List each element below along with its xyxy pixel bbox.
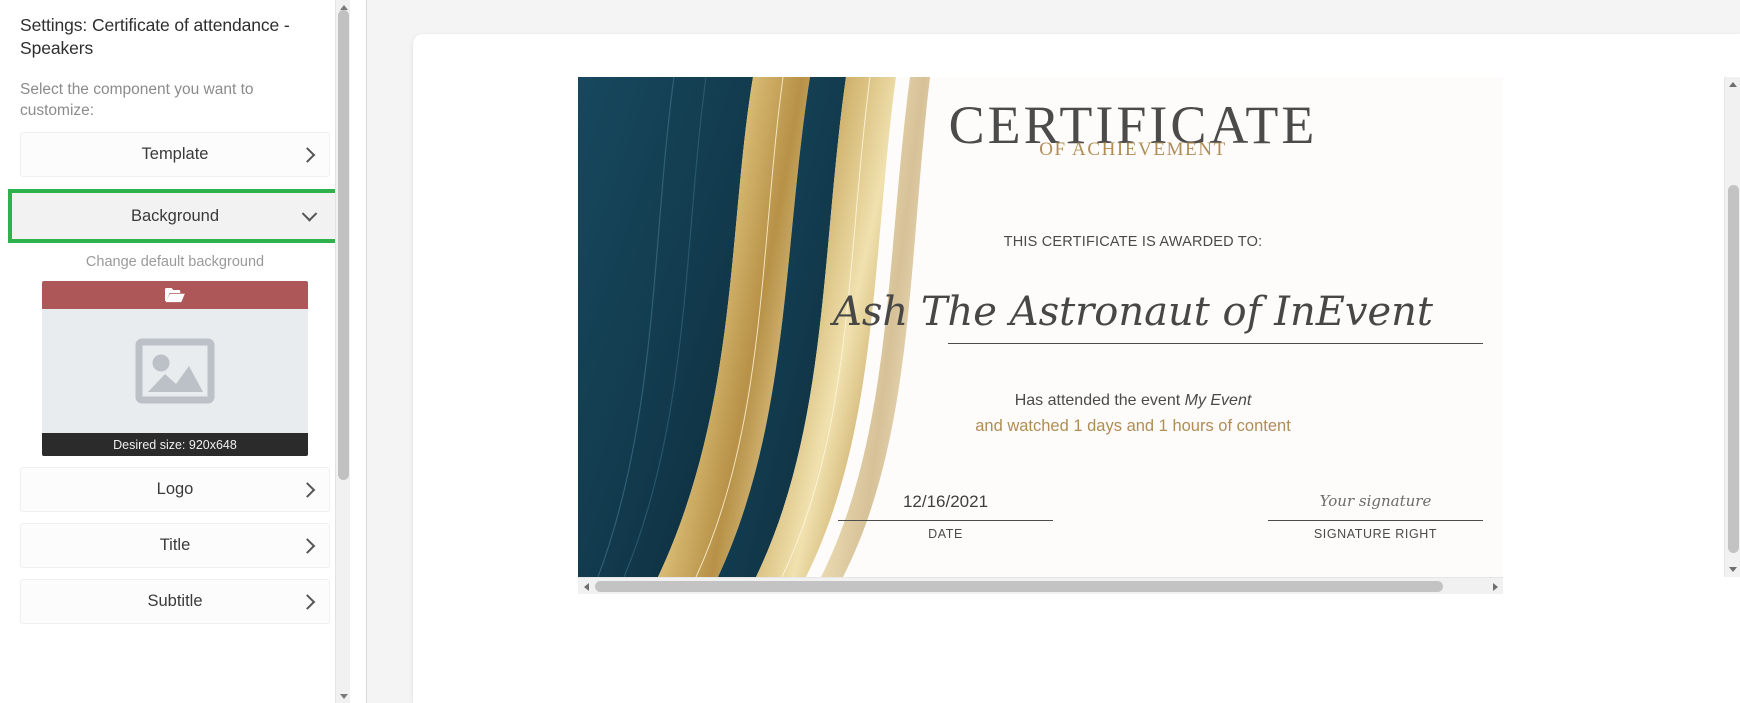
- date-label: DATE: [928, 527, 963, 541]
- event-attendance-line: Has attended the event My Event: [578, 392, 1503, 410]
- chevron-down-icon: [301, 206, 318, 222]
- settings-sidebar: Settings: Certificate of attendance - Sp…: [0, 0, 350, 703]
- page-title: Settings: Certificate of attendance - Sp…: [20, 15, 290, 59]
- sidebar-scrollbar[interactable]: [335, 0, 350, 703]
- date-value: 12/16/2021: [902, 492, 989, 511]
- chevron-right-icon: [299, 538, 316, 554]
- signature-value: Your signature: [1319, 492, 1432, 510]
- upload-size-hint: Desired size: 920x648: [42, 433, 308, 457]
- sidebar-item-template[interactable]: Template: [20, 132, 330, 178]
- scroll-left-arrow-icon[interactable]: [578, 578, 594, 595]
- recipient-name: Ash The Astronaut of InEvent: [832, 289, 1434, 335]
- preview-horizontal-scrollbar-thumb[interactable]: [595, 581, 1443, 592]
- sidebar-content: Settings: Certificate of attendance - Sp…: [0, 0, 350, 625]
- scroll-down-arrow-icon[interactable]: [336, 689, 350, 703]
- recipient-underline: [948, 343, 1483, 344]
- awarded-to-label: THIS CERTIFICATE IS AWARDED TO:: [1003, 234, 1263, 250]
- date-signature-block: 12/16/2021 DATE: [838, 492, 1053, 541]
- sidebar-item-label: Title: [159, 536, 191, 555]
- folder-open-icon: [165, 288, 185, 303]
- certificate-document: CERTIFICATE OF ACHIEVEMENT THIS CERTIFIC…: [578, 77, 1503, 577]
- watched-duration-line: and watched 1 days and 1 hours of conten…: [975, 417, 1291, 435]
- chevron-right-icon: [299, 147, 316, 163]
- sidebar-item-label: Background: [130, 206, 220, 225]
- certificate-viewport[interactable]: CERTIFICATE OF ACHIEVEMENT THIS CERTIFIC…: [578, 77, 1503, 577]
- preview-vertical-scrollbar-thumb[interactable]: [1728, 185, 1739, 553]
- sidebar-item-background[interactable]: Background: [8, 189, 342, 244]
- scroll-down-arrow-icon[interactable]: [1725, 562, 1740, 577]
- certificate-preview-card: CERTIFICATE OF ACHIEVEMENT THIS CERTIFIC…: [413, 34, 1740, 703]
- preview-vertical-scrollbar[interactable]: [1724, 77, 1740, 577]
- chevron-right-icon: [299, 482, 316, 498]
- sidebar-item-logo[interactable]: Logo: [20, 467, 330, 513]
- signature-label: SIGNATURE RIGHT: [1313, 527, 1438, 541]
- upload-button[interactable]: [42, 281, 308, 310]
- event-prefix-text: Has attended the event: [1014, 392, 1181, 409]
- event-name-text: My Event: [1184, 392, 1252, 409]
- sidebar-item-title[interactable]: Title: [20, 523, 330, 569]
- sidebar-item-label: Subtitle: [147, 592, 203, 611]
- scroll-up-arrow-icon[interactable]: [1725, 77, 1740, 92]
- scroll-right-arrow-icon[interactable]: [1487, 578, 1503, 595]
- preview-horizontal-scrollbar[interactable]: [578, 577, 1503, 594]
- date-underline: [838, 520, 1053, 521]
- upload-preview-area[interactable]: [42, 309, 308, 434]
- signature-underline: [1268, 520, 1483, 521]
- right-signature-block: Your signature SIGNATURE RIGHT: [1268, 492, 1483, 541]
- background-upload-widget[interactable]: Desired size: 920x648: [42, 281, 308, 457]
- panel-instruction-text: Select the component you want to customi…: [20, 81, 254, 119]
- image-placeholder-icon: [135, 338, 215, 404]
- sidebar-scrollbar-thumb[interactable]: [338, 10, 349, 480]
- chevron-right-icon: [299, 594, 316, 610]
- sidebar-item-label: Template: [141, 145, 209, 164]
- preview-panel: CERTIFICATE OF ACHIEVEMENT THIS CERTIFIC…: [367, 0, 1740, 703]
- certificate-subtitle: OF ACHIEVEMENT: [1039, 139, 1227, 160]
- background-hint-text: Change default background: [85, 254, 265, 271]
- sidebar-item-label: Logo: [156, 480, 194, 499]
- sidebar-item-subtitle[interactable]: Subtitle: [20, 579, 330, 625]
